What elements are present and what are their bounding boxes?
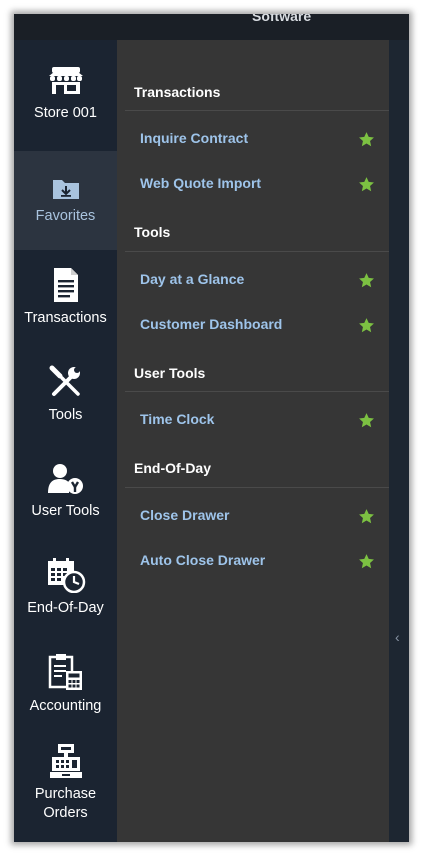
star-icon[interactable] — [358, 272, 375, 289]
nav-label-tools: Tools — [48, 407, 83, 423]
nav-label-end-of-day: End-Of-Day — [27, 600, 104, 616]
nav-label-store: Store 001 — [34, 105, 97, 121]
clipboard-calculator-icon — [48, 654, 82, 690]
favorites-panel: Transactions Inquire Contract Web Quote … — [117, 40, 389, 842]
app-window: Software Store 001 Favorites Transaction… — [14, 14, 409, 842]
star-icon[interactable] — [358, 176, 375, 193]
nav-label-transactions: Transactions — [24, 310, 107, 326]
section-divider — [125, 487, 389, 488]
star-icon[interactable] — [358, 317, 375, 334]
menu-link-time-clock[interactable]: Time Clock — [140, 411, 214, 427]
nav-item-transactions[interactable]: Transactions — [14, 252, 117, 348]
nav-label-purchase-orders-line2: Orders — [43, 805, 88, 821]
menu-link-customer-dashboard[interactable]: Customer Dashboard — [140, 316, 282, 332]
left-nav: Store 001 Favorites Transactions Tools U… — [14, 40, 117, 842]
nav-item-store[interactable]: Store 001 — [14, 50, 117, 138]
star-icon[interactable] — [358, 412, 375, 429]
nav-label-purchase-orders-line1: Purchase — [34, 786, 97, 802]
section-title-transactions: Transactions — [134, 84, 221, 100]
nav-item-tools[interactable]: Tools — [14, 350, 117, 446]
collapse-bar[interactable]: ‹ — [389, 40, 409, 842]
nav-label-favorites: Favorites — [35, 208, 96, 224]
nav-item-favorites[interactable]: Favorites — [14, 151, 117, 250]
nav-label-accounting: Accounting — [29, 698, 102, 714]
nav-item-user-tools[interactable]: User Tools — [14, 447, 117, 544]
star-icon[interactable] — [358, 508, 375, 525]
section-title-end-of-day: End-Of-Day — [134, 460, 211, 476]
menu-link-auto-close-drawer[interactable]: Auto Close Drawer — [140, 552, 265, 568]
cash-register-icon — [49, 744, 82, 778]
section-title-tools: Tools — [134, 224, 171, 240]
section-divider — [125, 110, 389, 111]
calendar-clock-icon — [47, 558, 85, 593]
user-gear-icon — [47, 464, 83, 494]
store-icon — [48, 67, 83, 94]
nav-item-accounting[interactable]: Accounting — [14, 641, 117, 738]
menu-link-web-quote-import[interactable]: Web Quote Import — [140, 175, 261, 191]
star-icon[interactable] — [358, 553, 375, 570]
menu-link-day-at-a-glance[interactable]: Day at a Glance — [140, 271, 244, 287]
document-icon — [53, 268, 78, 302]
menu-link-inquire-contract[interactable]: Inquire Contract — [140, 130, 248, 146]
top-strip: Software — [14, 14, 409, 40]
folder-download-icon — [52, 180, 79, 199]
section-divider — [125, 391, 389, 392]
chevron-left-icon[interactable]: ‹ — [395, 629, 400, 645]
menu-link-close-drawer[interactable]: Close Drawer — [140, 507, 229, 523]
nav-item-purchase-orders[interactable]: Purchase Orders — [14, 738, 117, 842]
star-icon[interactable] — [358, 131, 375, 148]
app-title: Software — [252, 14, 312, 24]
section-divider — [125, 251, 389, 252]
nav-label-user-tools: User Tools — [31, 503, 100, 519]
tools-icon — [49, 365, 80, 396]
section-title-user-tools: User Tools — [134, 365, 206, 381]
nav-item-end-of-day[interactable]: End-Of-Day — [14, 544, 117, 641]
